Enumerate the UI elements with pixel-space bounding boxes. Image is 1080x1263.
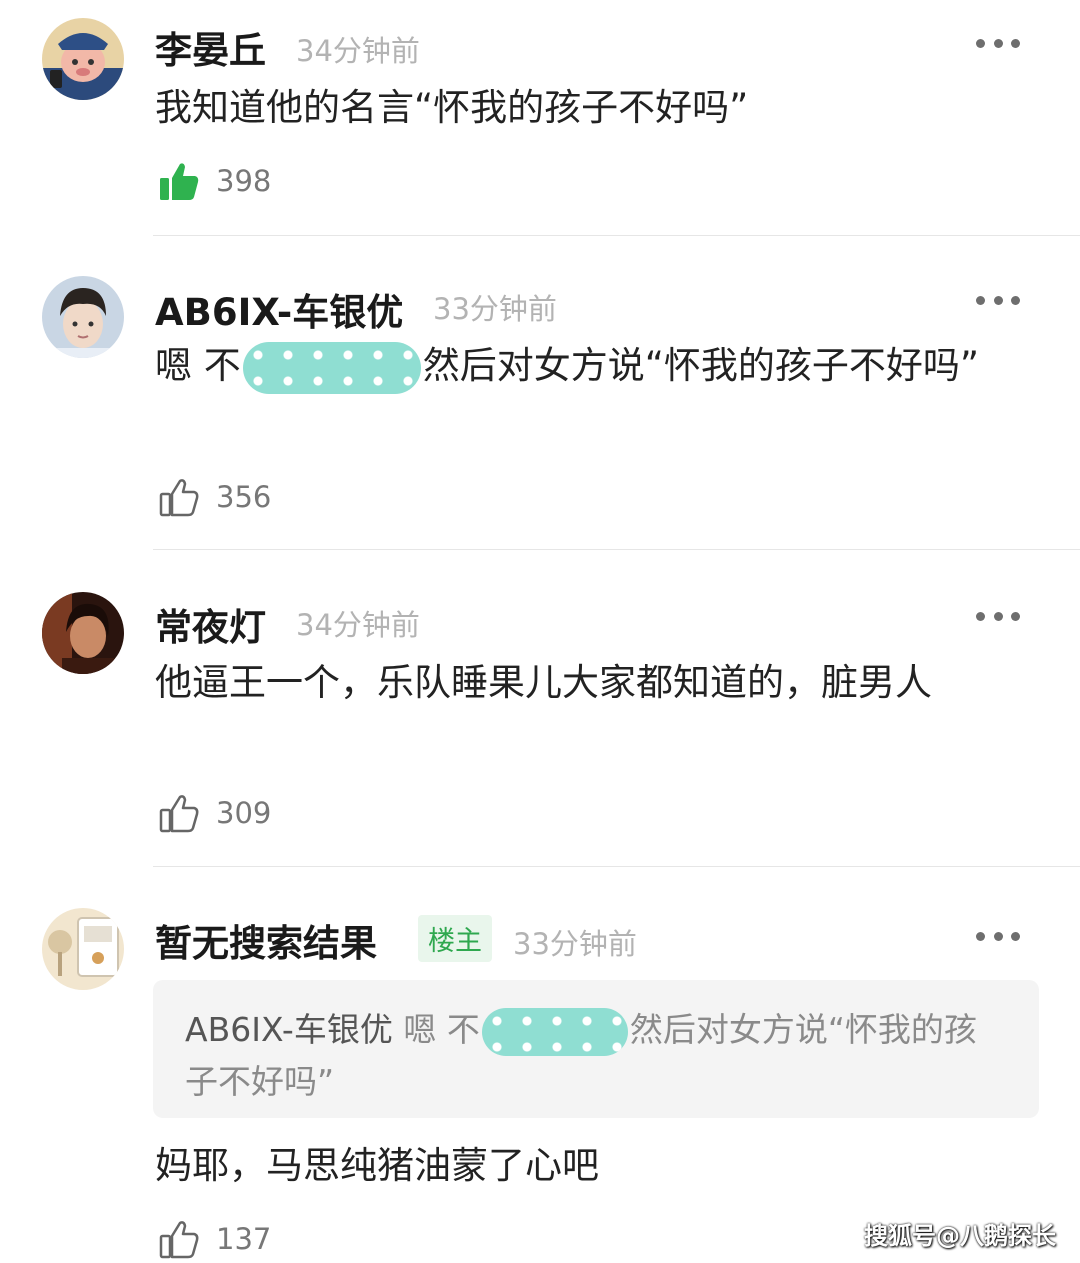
more-options-icon[interactable] (976, 611, 1020, 621)
avatar[interactable] (42, 592, 124, 674)
comment-text: 妈耶，马思纯猪油蒙了心吧 (155, 1144, 599, 1187)
quoted-reply-text: AB6IX-车银优 嗯 不然后对女方说“怀我的孩子不好吗” (185, 1004, 995, 1108)
like-button[interactable]: 137 (158, 1218, 271, 1260)
timestamp: 33分钟前 (433, 292, 557, 326)
thumbs-up-icon (159, 1221, 199, 1259)
avatar[interactable] (42, 18, 124, 100)
more-options-icon[interactable] (976, 295, 1020, 305)
divider (153, 235, 1080, 236)
thumbs-up-icon (159, 479, 199, 517)
timestamp: 33分钟前 (513, 927, 637, 961)
quoted-reply[interactable]: AB6IX-车银优 嗯 不然后对女方说“怀我的孩子不好吗” (153, 980, 1039, 1118)
divider (153, 866, 1080, 867)
more-options-icon[interactable] (976, 931, 1020, 941)
thumbs-up-icon (159, 795, 199, 833)
divider (153, 549, 1080, 550)
username[interactable]: 常夜灯 (155, 597, 266, 651)
more-options-icon[interactable] (976, 38, 1020, 48)
quoted-text-part: 嗯 不 (403, 1010, 480, 1049)
comment-text: 他逼王一个，乐队睡果儿大家都知道的，脏男人 (155, 661, 932, 704)
comment-text-part: 嗯 不 (155, 344, 241, 387)
thumbs-up-filled-icon (160, 163, 199, 200)
timestamp: 34分钟前 (296, 608, 420, 642)
quoted-username: AB6IX-车银优 (185, 1010, 393, 1049)
comment-text: 嗯 不 然后对女方说“怀我的孩子不好吗” (155, 338, 1015, 394)
like-button[interactable]: 309 (158, 792, 271, 834)
timestamp: 34分钟前 (296, 34, 420, 68)
username[interactable]: AB6IX-车银优 (155, 282, 403, 336)
censor-blur (481, 1007, 628, 1056)
like-button[interactable]: 398 (158, 160, 271, 202)
comment-text-part: 然后对女方说“怀我的孩子不好吗” (422, 344, 980, 387)
like-count: 137 (216, 1222, 272, 1256)
avatar[interactable] (42, 908, 124, 990)
censor-blur (242, 341, 421, 394)
op-badge: 楼主 (418, 915, 492, 962)
like-count: 309 (216, 796, 272, 830)
like-button[interactable]: 356 (158, 476, 271, 518)
like-count: 356 (216, 480, 272, 514)
username[interactable]: 李晏丘 (155, 20, 266, 74)
like-count: 398 (216, 164, 272, 198)
watermark: 搜狐号@八鹅探长 (864, 1222, 1056, 1250)
username[interactable]: 暂无搜索结果 (155, 913, 377, 967)
avatar[interactable] (42, 276, 124, 358)
comment-text: 我知道他的名言“怀我的孩子不好吗” (155, 86, 749, 129)
